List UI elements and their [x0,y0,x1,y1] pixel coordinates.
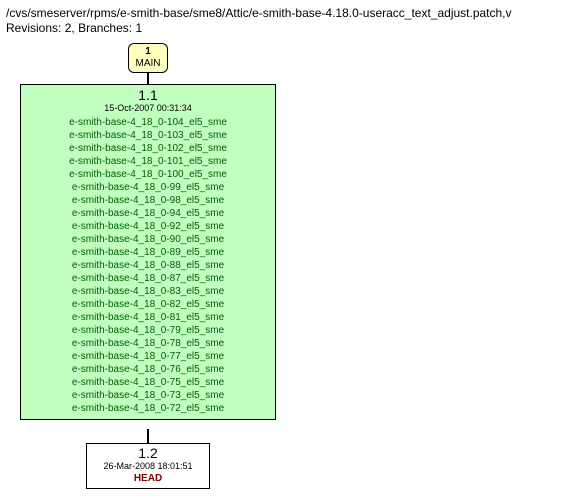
file-path: /cvs/smeserver/rpms/e-smith-base/sme8/At… [6,6,560,20]
revision-tag: e-smith-base-4_18_0-102_el5_sme [27,142,269,155]
revision-tag: e-smith-base-4_18_0-73_el5_sme [27,389,269,402]
branches-count: 1 [135,21,142,35]
revision-tag: e-smith-base-4_18_0-101_el5_sme [27,155,269,168]
revision-tag: e-smith-base-4_18_0-77_el5_sme [27,350,269,363]
revision-tag: e-smith-base-4_18_0-81_el5_sme [27,311,269,324]
revision-tag: e-smith-base-4_18_0-82_el5_sme [27,298,269,311]
revision-tag: e-smith-base-4_18_0-78_el5_sme [27,337,269,350]
branch-name: MAIN [135,58,161,70]
revision-diagram: 1 MAIN 1.1 15-Oct-2007 00:31:34 e-smith-… [6,43,560,493]
revision-tag: e-smith-base-4_18_0-87_el5_sme [27,272,269,285]
revision-tag: e-smith-base-4_18_0-79_el5_sme [27,324,269,337]
revision-tag: e-smith-base-4_18_0-76_el5_sme [27,363,269,376]
revision-tag: e-smith-base-4_18_0-98_el5_sme [27,194,269,207]
revisions-label: Revisions: [6,21,61,35]
revision-tag: e-smith-base-4_18_0-99_el5_sme [27,181,269,194]
revision-tag: e-smith-base-4_18_0-88_el5_sme [27,259,269,272]
revision-tag: e-smith-base-4_18_0-90_el5_sme [27,233,269,246]
branch-number: 1 [135,46,161,58]
revision-node-1-2[interactable]: 1.2 26-Mar-2008 18:01:51 HEAD [86,443,210,489]
revision-tag: e-smith-base-4_18_0-75_el5_sme [27,376,269,389]
revision-tag: e-smith-base-4_18_0-103_el5_sme [27,129,269,142]
header-meta: Revisions: 2, Branches: 1 [6,21,560,35]
revisions-count: 2, [65,21,75,35]
revision-tag: e-smith-base-4_18_0-92_el5_sme [27,220,269,233]
branch-node-main[interactable]: 1 MAIN [128,43,168,73]
revision-tag: e-smith-base-4_18_0-83_el5_sme [27,285,269,298]
revision-version: 1.2 [95,447,201,459]
revision-node-1-1[interactable]: 1.1 15-Oct-2007 00:31:34 e-smith-base-4_… [20,84,276,420]
revision-version: 1.1 [27,89,269,101]
head-label: HEAD [95,473,201,485]
revision-tag: e-smith-base-4_18_0-89_el5_sme [27,246,269,259]
edge-rev1-to-rev2 [147,429,149,443]
revision-tag: e-smith-base-4_18_0-100_el5_sme [27,168,269,181]
revision-tag: e-smith-base-4_18_0-104_el5_sme [27,116,269,129]
revision-date: 15-Oct-2007 00:31:34 [27,102,269,114]
branches-label: Branches: [78,21,132,35]
revision-date: 26-Mar-2008 18:01:51 [95,460,201,472]
revision-tag: e-smith-base-4_18_0-72_el5_sme [27,402,269,415]
revision-tag: e-smith-base-4_18_0-94_el5_sme [27,207,269,220]
